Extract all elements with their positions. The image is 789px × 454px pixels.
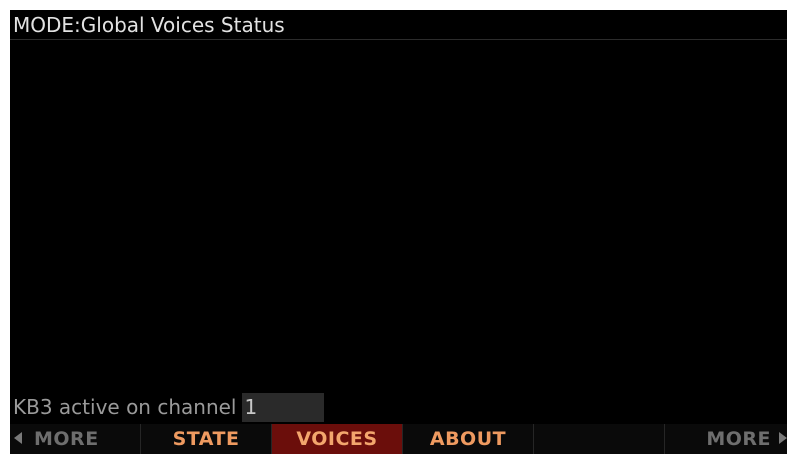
about-button[interactable]: ABOUT (403, 424, 534, 454)
display-screen: MODE:Global Voices Status KB3 active on … (10, 10, 787, 454)
state-label: STATE (172, 428, 240, 450)
state-button[interactable]: STATE (141, 424, 272, 454)
more-right-button[interactable]: MORE (665, 424, 787, 454)
arrow-right-icon (779, 431, 787, 444)
voices-label: VOICES (296, 428, 378, 450)
empty-softkey[interactable] (534, 424, 665, 454)
mode-title: MODE:Global Voices Status (10, 10, 787, 40)
kb3-status-line: KB3 active on channel 1 (10, 392, 325, 422)
voices-button[interactable]: VOICES (272, 424, 403, 454)
more-right-label: MORE (706, 428, 771, 450)
arrow-left-icon (14, 431, 22, 444)
more-left-label: MORE (34, 428, 99, 450)
about-label: ABOUT (429, 428, 507, 450)
channel-field[interactable]: 1 (242, 392, 325, 422)
softkey-bar: MORE STATE VOICES ABOUT MORE (10, 424, 787, 454)
more-left-button[interactable]: MORE (10, 424, 141, 454)
kb3-status-text: KB3 active on channel (13, 395, 237, 419)
